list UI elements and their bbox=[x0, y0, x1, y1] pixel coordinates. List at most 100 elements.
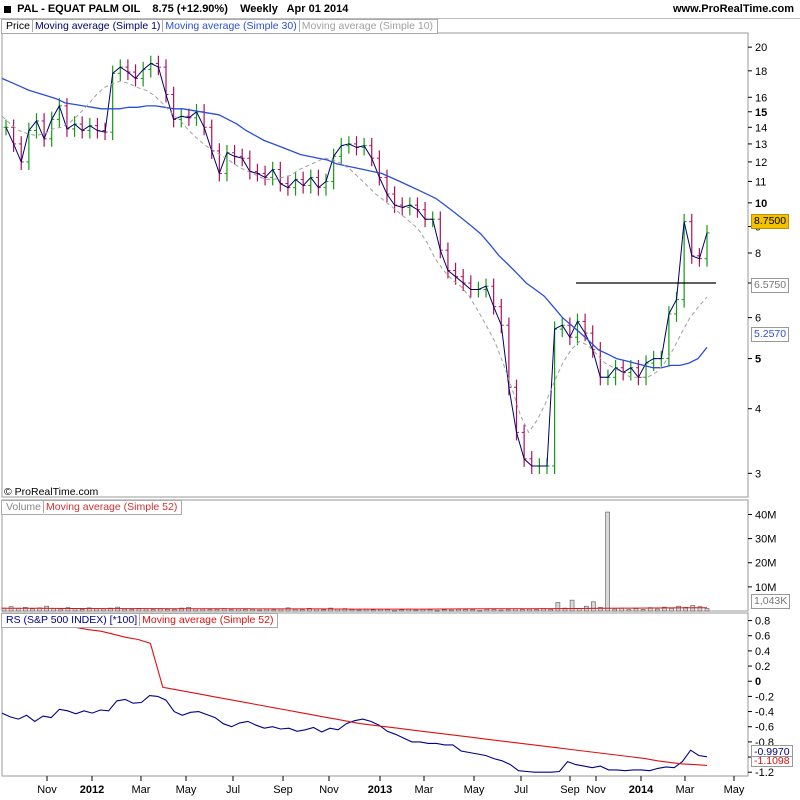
rs-axis-label: -0.6 bbox=[755, 722, 774, 734]
volume-bar bbox=[292, 609, 298, 612]
volume-bar bbox=[704, 608, 710, 612]
x-axis-label: Mar bbox=[415, 784, 434, 796]
price-legend[interactable]: Price Moving average (Simple 1) Moving ave… bbox=[1, 19, 439, 34]
rs-axis-label: -0.4 bbox=[755, 707, 774, 719]
volume-bar bbox=[172, 609, 177, 612]
volume-bar bbox=[72, 608, 78, 612]
x-axis-label: Nov bbox=[586, 784, 606, 796]
volume-bar bbox=[250, 609, 255, 612]
volume-bar bbox=[605, 511, 610, 612]
volume-axis-label: 10M bbox=[755, 582, 776, 594]
copyright: © ProRealTime.com bbox=[4, 486, 99, 498]
x-axis-label: May bbox=[724, 784, 745, 796]
volume-bar bbox=[264, 608, 270, 612]
volume-bar bbox=[633, 608, 639, 612]
volume-bar bbox=[122, 608, 128, 612]
ma10-tag: 6.5750 bbox=[751, 278, 790, 293]
x-axis-label: 2013 bbox=[368, 784, 392, 796]
x-axis-label: Jul bbox=[514, 784, 528, 796]
volume-bar bbox=[484, 609, 490, 612]
volume-bar bbox=[200, 608, 206, 612]
rs-legend[interactable]: RS (S&P 500 INDEX) [*100] Moving average … bbox=[1, 613, 279, 628]
rs-axis-label: 0.4 bbox=[755, 646, 770, 658]
x-axis-label: May bbox=[176, 784, 197, 796]
rs-axis-label: 0.6 bbox=[755, 631, 770, 643]
rs-axis-label: -0.2 bbox=[755, 691, 774, 703]
volume-bar bbox=[349, 609, 355, 612]
flag-icon bbox=[4, 5, 11, 13]
legend-ma30[interactable]: Moving average (Simple 30) bbox=[162, 20, 299, 32]
price-axis-label: 18 bbox=[755, 66, 767, 78]
legend-price[interactable]: Price bbox=[4, 20, 32, 32]
volume-axis-label: 30M bbox=[755, 534, 776, 546]
volume-bar bbox=[243, 609, 248, 612]
rs-axis-label: 0.8 bbox=[755, 616, 770, 628]
volume-bar bbox=[143, 608, 149, 612]
volume-bar bbox=[299, 609, 305, 612]
price-axis-label: 13 bbox=[755, 139, 767, 151]
volume-axis-label: 20M bbox=[755, 558, 776, 570]
volume-bar bbox=[8, 606, 14, 612]
x-axis-label: 2014 bbox=[629, 784, 654, 796]
legend-volume-ma52[interactable]: Moving average (Simple 52) bbox=[43, 501, 180, 513]
volume-bar bbox=[477, 609, 483, 612]
x-axis-label: Sep bbox=[273, 784, 293, 796]
volume-bar bbox=[271, 609, 277, 612]
price-axis-label: 5 bbox=[755, 354, 761, 366]
legend-rs-ma52[interactable]: Moving average (Simple 52) bbox=[139, 614, 276, 626]
price-axis-label: 15 bbox=[755, 107, 767, 119]
volume-axis-label: 40M bbox=[755, 509, 776, 521]
volume-legend[interactable]: Volume Moving average (Simple 52) bbox=[1, 500, 183, 515]
volume-bar bbox=[413, 609, 419, 612]
volume-bar bbox=[449, 609, 454, 612]
volume-bar bbox=[569, 599, 575, 612]
symbol-name: PAL - EQUAT PALM OIL bbox=[17, 3, 141, 15]
volume-bar bbox=[612, 608, 617, 612]
volume-bar bbox=[456, 609, 461, 612]
last-price: 8.75 (+12.90%) bbox=[152, 3, 228, 15]
legend-rs[interactable]: RS (S&P 500 INDEX) [*100] bbox=[4, 614, 139, 626]
site-url[interactable]: www.ProRealTime.com bbox=[673, 0, 794, 18]
volume-bar bbox=[640, 609, 646, 612]
legend-volume[interactable]: Volume bbox=[4, 501, 43, 513]
price-axis-label: 20 bbox=[755, 42, 767, 54]
volume-bar bbox=[676, 605, 681, 612]
x-axis-label: Mar bbox=[132, 784, 151, 796]
volume-bar bbox=[129, 609, 135, 612]
x-axis-label: Sep bbox=[560, 784, 580, 796]
price-axis-label: 6 bbox=[755, 313, 761, 325]
price-axis-label: 16 bbox=[755, 92, 767, 104]
volume-bar bbox=[654, 608, 660, 612]
rs-axis-label: 0 bbox=[755, 676, 761, 688]
volume-bar bbox=[101, 608, 106, 612]
volume-bar bbox=[498, 609, 504, 612]
volume-bar bbox=[165, 609, 170, 612]
volume-bar bbox=[491, 609, 497, 612]
volume-bar bbox=[527, 608, 532, 612]
legend-ma10[interactable]: Moving average (Simple 10) bbox=[298, 20, 436, 32]
volume-bar bbox=[385, 609, 390, 612]
volume-bar bbox=[370, 609, 376, 612]
volume-bar bbox=[257, 609, 262, 612]
volume-bar bbox=[392, 609, 397, 612]
rs-ma-tag: -1.1098 bbox=[751, 756, 793, 767]
volume-bar bbox=[626, 609, 632, 612]
volume-bar bbox=[285, 607, 291, 612]
volume-bar bbox=[150, 609, 156, 612]
x-axis-label: Jul bbox=[226, 784, 240, 796]
ma30-tag: 5.2570 bbox=[751, 327, 790, 342]
volume-tag: 1,043K bbox=[751, 594, 791, 609]
volume-bar bbox=[470, 609, 475, 612]
price-axis-label: 8 bbox=[755, 248, 761, 260]
volume-bar bbox=[207, 609, 213, 612]
price-axis-label: 10 bbox=[755, 198, 767, 210]
chart-header: PAL - EQUAT PALM OIL 8.75 (+12.90%) Week… bbox=[0, 0, 800, 19]
volume-bar bbox=[434, 609, 440, 612]
volume-bar bbox=[548, 609, 554, 612]
x-axis-label: May bbox=[464, 784, 485, 796]
volume-bar bbox=[30, 608, 35, 612]
volume-bar bbox=[321, 609, 326, 612]
price-axis-label: 11 bbox=[755, 176, 766, 188]
legend-ma1[interactable]: Moving average (Simple 1) bbox=[31, 20, 163, 32]
price-axis-label: 3 bbox=[755, 468, 761, 480]
